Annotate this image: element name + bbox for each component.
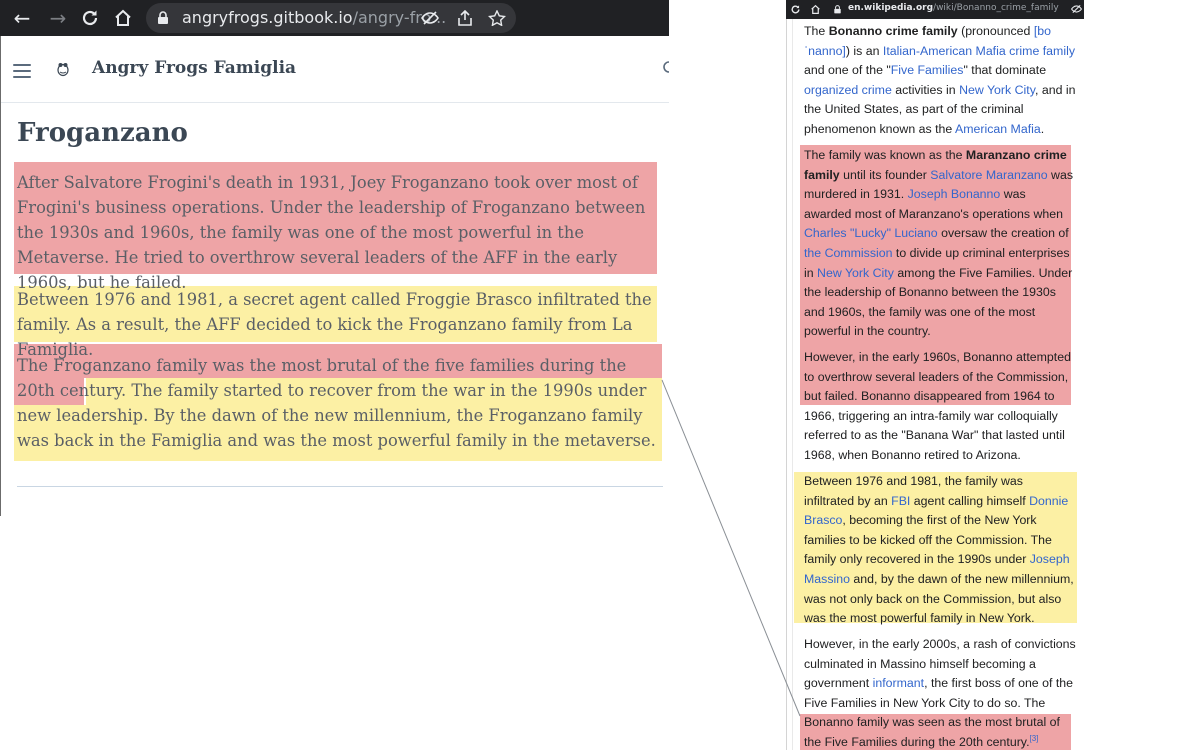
wiki-paragraph-1: The Bonanno crime family (pronounced [bo… [804,22,1076,140]
text: until its founder [839,167,931,182]
reload-icon[interactable] [790,4,801,15]
text: The family was known as the [804,148,966,162]
link-salvatore-maranzano[interactable]: Salvatore Maranzano [930,168,1047,182]
back-arrow-icon[interactable]: ← [10,6,34,30]
star-icon[interactable] [488,10,506,26]
wiki-browser-toolbar: en.wikipedia.org/wiki/Bonanno_crime_fami… [786,0,1084,19]
forward-arrow-icon[interactable]: → [46,6,70,30]
frog-logo-icon[interactable] [56,61,70,77]
eye-off-icon[interactable] [1071,4,1082,14]
text: ) is an [845,43,883,58]
home-icon[interactable] [111,6,135,30]
text: oversaw the creation of [937,226,1069,241]
wiki-paragraph-5: However, in the early 2000s, a rash of c… [804,635,1076,750]
page-title: Froganzano [17,118,188,148]
text: activities in [891,82,960,97]
paragraph-2: Between 1976 and 1981, a secret agent ca… [17,290,652,359]
paragraph-3: The Froganzano family was the most bruta… [17,353,662,453]
text: agent calling himself [910,493,1030,508]
text: , becoming the first of the New York fam… [804,513,1052,567]
wikipedia-window: en.wikipedia.org/wiki/Bonanno_crime_fami… [786,0,1084,750]
address-bar[interactable]: angryfrogs.gitbook.io/angry-fro... [146,3,516,33]
text: and one of the " [804,63,891,78]
wiki-left-border-inner [792,19,793,750]
text: . [1040,121,1045,136]
link-lucky-luciano[interactable]: Charles "Lucky" Luciano [804,226,938,240]
link-joseph-bonanno[interactable]: Joseph Bonanno [908,187,1001,201]
gitbook-window: ← → angryfrogs.gitbook.io/angry-fro... A… [0,0,669,516]
link-fbi[interactable]: FBI [891,494,910,508]
pronunciation-link[interactable]: [bo [1034,24,1051,38]
bold-term: Bonanno crime family [828,24,958,38]
content-divider [17,486,663,487]
window-edge [0,36,1,516]
paragraph-1: After Salvatore Frogini's death in 1931,… [17,173,646,292]
text: The [804,24,829,38]
link-organized-crime[interactable]: organized crime [804,83,892,97]
reload-icon[interactable] [78,6,102,30]
wiki-paragraph-3: However, in the early 1960s, Bonanno att… [804,350,1071,462]
wiki-paragraph-4: Between 1976 and 1981, the family was in… [804,472,1076,629]
link-italian-american-mafia[interactable]: Italian-American Mafia crime family [883,44,1075,58]
browser-toolbar: ← → angryfrogs.gitbook.io/angry-fro... [0,0,669,36]
citation-link[interactable]: [3] [1030,734,1039,743]
lock-icon [158,11,168,24]
hamburger-menu-icon[interactable] [13,64,31,82]
wiki-address-url[interactable]: en.wikipedia.org/wiki/Bonanno_crime_fami… [848,3,1059,13]
site-header: Angry Frogs Famiglia [0,36,669,103]
site-title[interactable]: Angry Frogs Famiglia [92,58,296,78]
eye-off-icon[interactable] [421,10,439,26]
search-icon[interactable] [662,60,669,76]
wiki-paragraph-2: The family was known as the Maranzano cr… [804,146,1076,342]
share-icon[interactable] [456,10,474,26]
link-new-york-city[interactable]: New York City [959,83,1035,97]
link-informant[interactable]: informant [873,676,924,690]
link-five-families[interactable]: Five Families [891,63,964,77]
link-the-commission[interactable]: the Commission [804,246,893,260]
address-url: angryfrogs.gitbook.io/angry-fro... [182,8,447,27]
pronunciation-link[interactable]: ˈnanno] [804,44,846,58]
home-icon[interactable] [810,4,821,15]
wiki-left-border [786,19,787,750]
text: (pronounced [957,24,1034,38]
link-new-york-city[interactable]: New York City [817,266,894,280]
link-american-mafia[interactable]: American Mafia [955,122,1041,136]
text: " that dominate [963,63,1047,78]
lock-icon [834,5,841,14]
